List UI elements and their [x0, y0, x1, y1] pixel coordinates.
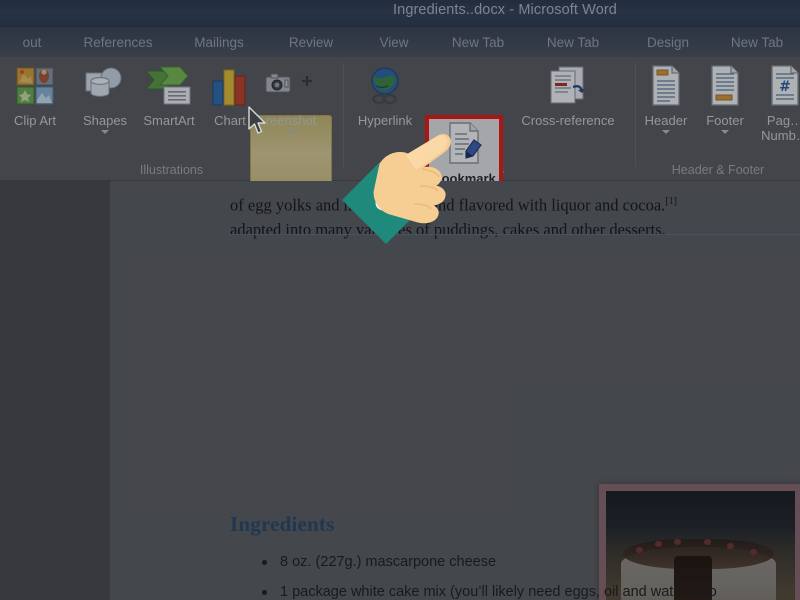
globe-link-icon — [363, 59, 407, 113]
screenshot-dropdown-caret[interactable] — [287, 130, 295, 134]
word-application-window: Ingredients..docx - Microsoft Word out R… — [0, 0, 800, 600]
title-bar: Ingredients..docx - Microsoft Word — [0, 0, 800, 27]
document-scroll-area[interactable]: of egg yolks and mascarpone, and flavore… — [0, 181, 800, 600]
chart-label: Chart — [214, 113, 246, 128]
chart-icon — [208, 59, 252, 113]
group-label-header-footer: Header & Footer — [671, 163, 765, 177]
window-title: Ingredients..docx - Microsoft Word — [393, 2, 617, 18]
list-item: 1 package white cake mix (you’ll likely … — [230, 577, 790, 600]
clip-art-button[interactable]: Clip Art — [0, 59, 72, 128]
header-page-icon — [647, 59, 685, 113]
smartart-label: SmartArt — [143, 113, 195, 128]
tab-new-tab-3[interactable]: New Tab — [714, 35, 800, 50]
cross-reference-button[interactable]: Cross-reference — [508, 59, 628, 128]
page-number-label: Pag… Numb… — [761, 113, 800, 143]
shapes-dropdown-caret[interactable] — [101, 130, 109, 134]
paragraph-underline — [228, 234, 800, 235]
bullet-icon — [262, 590, 267, 595]
screenshot-camera-icon — [260, 59, 322, 113]
header-label: Header — [644, 113, 688, 128]
cross-reference-label: Cross-reference — [521, 113, 615, 128]
bookmark-button[interactable]: Bookmark — [427, 117, 501, 186]
paragraph-line-1-text: of egg yolks and mascarpone, and flavore… — [230, 195, 666, 215]
footer-dropdown-caret[interactable] — [721, 130, 729, 134]
svg-text:#: # — [779, 79, 791, 95]
hyperlink-label: Hyperlink — [357, 113, 413, 128]
tab-mailings[interactable]: Mailings — [172, 35, 266, 50]
ingredients-section: Ingredients 8 oz. (227g.) mascarpone che… — [230, 512, 790, 600]
ingredients-heading: Ingredients — [230, 512, 335, 536]
paragraph-citation[interactable]: [1] — [665, 196, 677, 207]
tab-review[interactable]: Review — [266, 35, 356, 50]
footer-page-icon — [706, 59, 744, 113]
tab-design[interactable]: Design — [622, 35, 714, 50]
tab-references[interactable]: References — [64, 35, 172, 50]
clip-art-label: Clip Art — [14, 113, 56, 128]
document-page[interactable]: of egg yolks and mascarpone, and flavore… — [110, 181, 800, 600]
cross-reference-icon — [543, 59, 593, 113]
page-number-icon: # — [766, 59, 800, 113]
page-number-button[interactable]: # Pag… Numb… — [748, 59, 800, 143]
screenshot-label: reenshot — [265, 113, 317, 128]
hyperlink-button[interactable]: Hyperlink — [348, 59, 422, 128]
clip-art-icon — [14, 59, 56, 113]
shapes-icon — [83, 59, 127, 113]
paragraph-line-1: of egg yolks and mascarpone, and flavore… — [230, 190, 800, 218]
tab-new-tab-2[interactable]: New Tab — [524, 35, 622, 50]
bookmark-document-icon — [441, 117, 487, 171]
screenshot-button[interactable]: reenshot — [254, 59, 328, 134]
ribbon: Illustrations Clip Art Shapes SmartArt C… — [0, 57, 800, 211]
header-dropdown-caret[interactable] — [662, 130, 670, 134]
ingredient-text: 8 oz. (227g.) mascarpone cheese — [280, 554, 497, 570]
footer-label: Footer — [706, 113, 744, 128]
ingredient-text: 1 package white cake mix (you’ll likely … — [280, 584, 717, 600]
tab-view[interactable]: View — [356, 35, 432, 50]
list-item: 8 oz. (227g.) mascarpone cheese — [230, 547, 790, 577]
ingredients-list: 8 oz. (227g.) mascarpone cheese 1 packag… — [230, 547, 790, 600]
shapes-button[interactable]: Shapes — [68, 59, 142, 134]
tab-new-tab-1[interactable]: New Tab — [432, 35, 524, 50]
bullet-icon — [262, 560, 267, 565]
ribbon-tab-strip[interactable]: out References Mailings Review View New … — [0, 27, 800, 57]
smartart-icon — [144, 59, 194, 113]
tab-layout-clipped[interactable]: out — [0, 35, 64, 50]
paragraph-line-2: adapted into many varieties of puddings,… — [230, 219, 666, 239]
shapes-label: Shapes — [82, 113, 128, 128]
